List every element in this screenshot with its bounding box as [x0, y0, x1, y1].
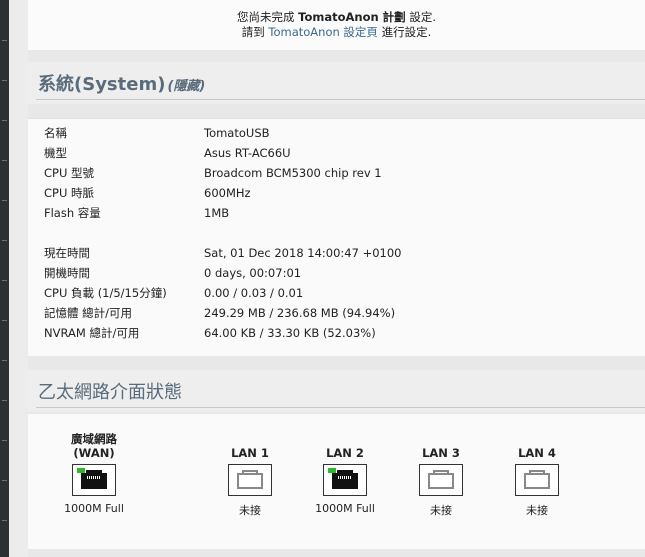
sidebar-tick [2, 120, 7, 121]
row-value: TomatoUSB [204, 126, 270, 140]
row-label: 名稱 [44, 126, 67, 140]
port-label: 廣域網路 (WAN) [71, 432, 117, 460]
system-row: CPU 負載 (1/5/15分鐘) 0.00 / 0.03 / 0.01 [44, 283, 645, 303]
port-socket [237, 473, 263, 489]
port-status: 未接 [239, 504, 261, 517]
system-row: 記憶體 總計/可用 249.29 MB / 236.68 MB (94.94%) [44, 303, 645, 323]
row-value: 0.00 / 0.03 / 0.01 [204, 286, 304, 300]
port-status: 未接 [430, 504, 452, 517]
port-label: LAN 1 [231, 446, 269, 460]
page-gutter [9, 0, 28, 557]
sidebar-tick [2, 240, 7, 241]
row-value: Broadcom BCM5300 chip rev 1 [204, 166, 382, 180]
row-value: 1MB [204, 206, 230, 220]
ethernet-section-title: 乙太網路介面狀態 [38, 382, 182, 403]
notice-brand: TomatoAnon 計劃 [298, 10, 406, 24]
notice-line-2: 請到 TomatoAnon 設定頁 進行設定. [28, 25, 645, 40]
row-label: 現在時間 [44, 246, 90, 260]
notice-text: 請到 [241, 25, 269, 39]
system-row: 現在時間 Sat, 01 Dec 2018 14:00:47 +0100 [44, 243, 645, 263]
system-info-panel: 名稱 TomatoUSB 機型 Asus RT-AC66U CPU 型號 Broadc… [28, 118, 645, 356]
ethernet-port-icon [228, 464, 272, 496]
port-pins [338, 476, 352, 479]
ethernet-port-icon [515, 464, 559, 496]
system-row: NVRAM 總計/可用 64.00 KB / 33.30 KB (52.03%) [44, 323, 645, 343]
notice-text: 您尚未完成 [236, 10, 299, 24]
sidebar-tick [2, 40, 7, 41]
port-lan-1: LAN 1 未接 [210, 432, 290, 518]
port-wan: 廣域網路 (WAN) 1000M Full [54, 432, 134, 515]
sidebar-tick [2, 480, 7, 481]
row-label: CPU 負載 (1/5/15分鐘) [44, 286, 167, 300]
row-value: 600MHz [204, 186, 251, 200]
port-pins [87, 476, 101, 479]
port-lan-4: LAN 4 未接 [497, 432, 577, 518]
sidebar-tick [2, 360, 7, 361]
anon-settings-link[interactable]: TomatoAnon 設定頁 [268, 25, 378, 39]
port-label: LAN 3 [422, 446, 460, 460]
system-row: CPU 時脈 600MHz [44, 183, 645, 203]
system-section-title: 系統(System) (隱藏) [38, 70, 205, 96]
hide-toggle-link[interactable]: (隱藏) [167, 79, 205, 94]
system-row: CPU 型號 Broadcom BCM5300 chip rev 1 [44, 163, 645, 183]
port-label: LAN 2 [326, 446, 364, 460]
system-row: 名稱 TomatoUSB [44, 123, 645, 143]
row-label: NVRAM 總計/可用 [44, 326, 140, 340]
port-label: LAN 4 [518, 446, 556, 460]
port-status: 未接 [526, 504, 548, 517]
section-divider [36, 407, 645, 408]
sidebar-tick [2, 200, 7, 201]
ethernet-port-icon [323, 464, 367, 496]
row-label: 開機時間 [44, 266, 90, 280]
notice-text: 進行設定. [377, 25, 432, 39]
row-value: Sat, 01 Dec 2018 14:00:47 +0100 [204, 246, 402, 260]
row-value: 249.29 MB / 236.68 MB (94.94%) [204, 306, 396, 320]
notice-line-1: 您尚未完成 TomatoAnon 計劃 設定. [28, 10, 645, 25]
notice-text: 設定. [405, 10, 436, 24]
row-label: Flash 容量 [44, 206, 101, 220]
row-label: CPU 時脈 [44, 186, 95, 200]
system-row: 機型 Asus RT-AC66U [44, 143, 645, 163]
system-section-header: 系統(System) (隱藏) [28, 62, 645, 104]
sidebar-tick [2, 160, 7, 161]
ethernet-port-icon [72, 464, 116, 496]
sidebar-tick [2, 80, 7, 81]
ethernet-section-header: 乙太網路介面狀態 [28, 370, 645, 412]
ethernet-ports-panel: 廣域網路 (WAN) 1000M Full LAN 1 未接 LAN 2 100… [28, 414, 645, 549]
system-row: 開機時間 0 days, 00:07:01 [44, 263, 645, 283]
row-value: 64.00 KB / 33.30 KB (52.03%) [204, 326, 376, 340]
row-label: 記憶體 總計/可用 [44, 306, 133, 320]
left-sidebar-strip [0, 0, 9, 557]
row-label: CPU 型號 [44, 166, 95, 180]
ethernet-port-icon [419, 464, 463, 496]
sidebar-tick [2, 320, 7, 321]
row-value: Asus RT-AC66U [204, 146, 291, 160]
sidebar-tick [2, 280, 7, 281]
section-divider [36, 99, 645, 100]
sidebar-tick [2, 400, 7, 401]
system-title-text: 系統(System) [38, 74, 166, 95]
anon-notice: 您尚未完成 TomatoAnon 計劃 設定. 請到 TomatoAnon 設定… [28, 0, 645, 50]
port-status: 1000M Full [315, 502, 375, 515]
port-socket [524, 473, 550, 489]
row-value: 0 days, 00:07:01 [204, 266, 302, 280]
port-socket [428, 473, 454, 489]
port-status: 1000M Full [64, 502, 124, 515]
sidebar-tick [2, 520, 7, 521]
port-lan-3: LAN 3 未接 [401, 432, 481, 518]
sidebar-tick [2, 440, 7, 441]
row-label: 機型 [44, 146, 67, 160]
system-row: Flash 容量 1MB [44, 203, 645, 223]
port-lan-2: LAN 2 1000M Full [305, 432, 385, 515]
